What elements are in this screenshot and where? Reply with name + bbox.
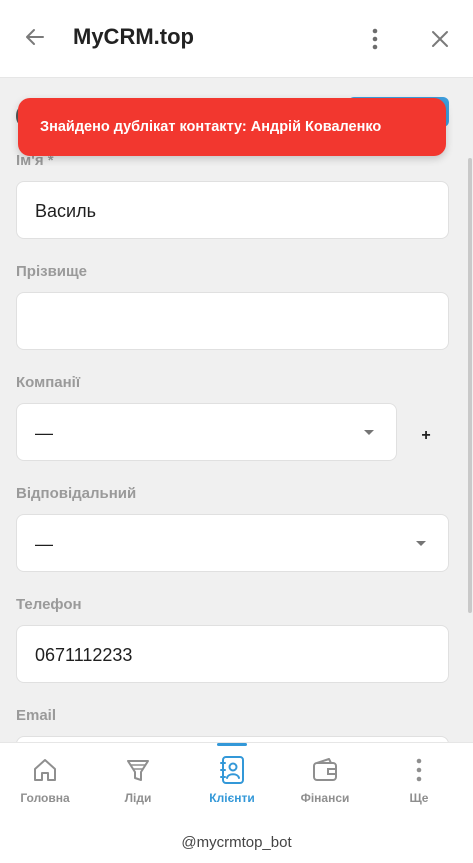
nav-label-clients: Клієнти [209,791,255,805]
contacts-icon [217,755,247,785]
phone-field[interactable]: 0671112233 [16,625,449,683]
responsible-label: Відповідальний [16,485,137,502]
phone-label: Телефон [16,596,82,613]
close-icon [432,31,448,47]
last-name-field[interactable] [16,292,449,350]
arrow-left-icon [26,29,44,45]
app-header: MyCRM.top [0,0,473,78]
nav-item-home[interactable]: Головна [0,743,92,815]
close-button[interactable] [425,24,455,54]
nav-item-finance[interactable]: Фінанси [278,743,372,815]
nav-label-leads: Ліди [124,791,152,805]
chevron-down-icon [416,541,426,546]
more-vertical-icon [404,755,434,785]
companies-value: — [35,423,53,443]
chevron-down-icon [364,430,374,435]
last-name-label: Прізвище [16,263,88,280]
more-vertical-icon [372,28,378,50]
add-company-button[interactable]: + [415,425,437,447]
nav-label-more: Ще [409,791,429,805]
first-name-value: Василь [35,201,96,221]
duplicate-contact-toast[interactable]: Знайдено дублікат контакту: Андрій Ковал… [18,98,446,156]
nav-item-more[interactable]: Ще [372,743,466,815]
back-button[interactable] [20,22,50,52]
nav-item-clients[interactable]: Клієнти [185,743,279,815]
nav-item-leads[interactable]: Ліди [91,743,185,815]
scrollbar[interactable] [468,158,472,613]
bot-handle[interactable]: @mycrmtop_bot [0,834,473,851]
email-label: Email [16,707,57,724]
app-title: MyCRM.top [73,24,194,49]
companies-select[interactable]: — [16,403,397,461]
nav-label-home: Головна [20,791,70,805]
toast-message: Знайдено дублікат контакту: Андрій Ковал… [40,119,382,135]
responsible-select[interactable]: — [16,514,449,572]
funnel-icon [123,755,153,785]
bot-footer: @mycrmtop_bot [0,814,473,863]
first-name-field[interactable]: Василь [16,181,449,239]
phone-value: 0671112233 [35,645,133,665]
companies-label: Компанії [16,374,81,391]
responsible-value: — [35,534,53,554]
bottom-navigation: Головна Ліди Клієнти Фінанси Ще [0,742,473,814]
nav-label-finance: Фінанси [300,791,350,805]
wallet-icon [310,755,340,785]
home-icon [30,755,60,785]
more-options-button[interactable] [362,24,388,54]
